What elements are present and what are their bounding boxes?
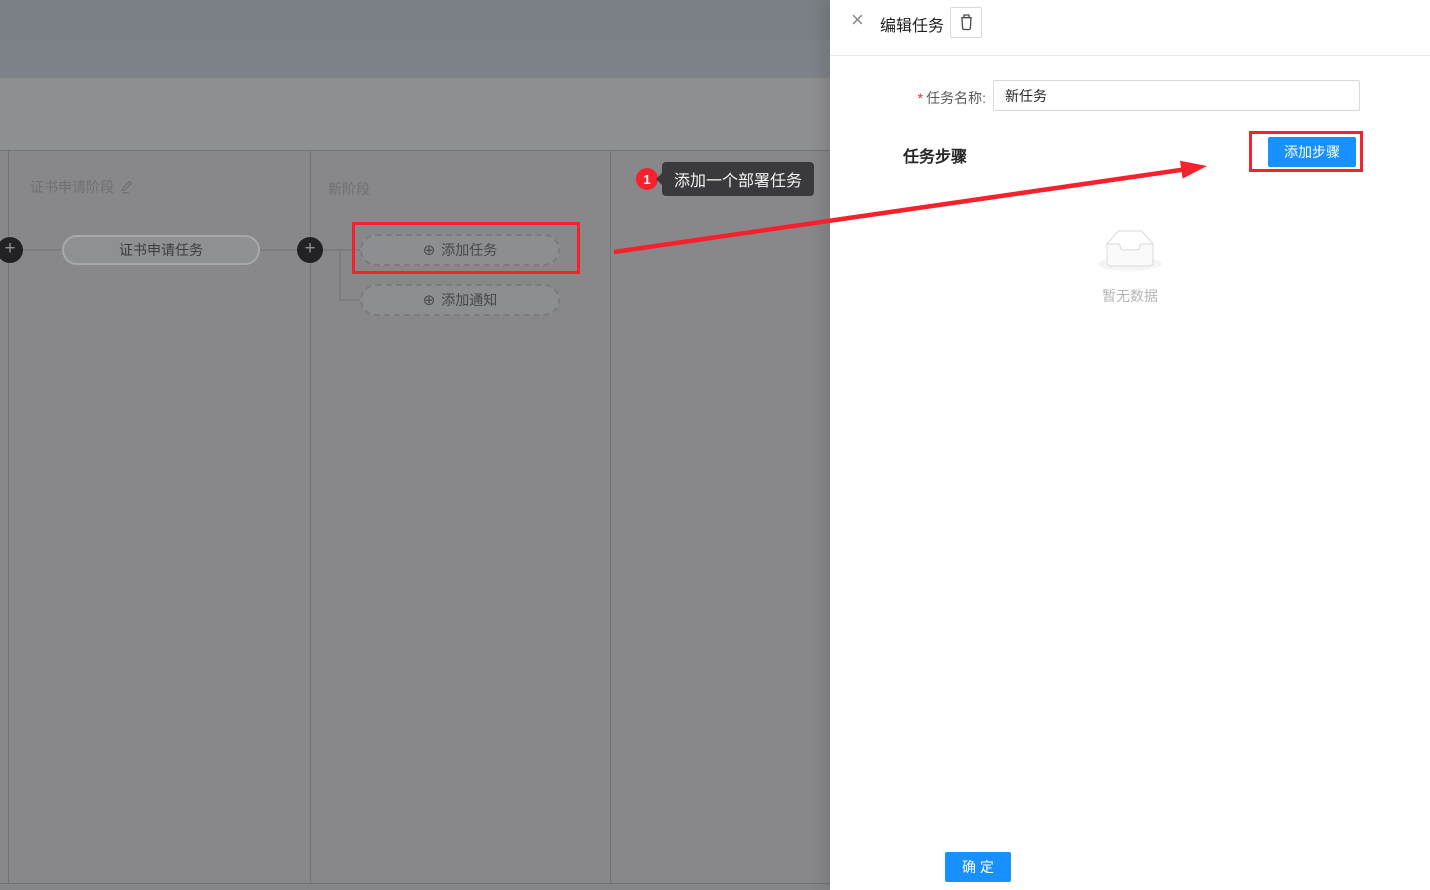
empty-state: 暂无数据 (1030, 230, 1230, 306)
plus-icon: + (4, 238, 15, 259)
close-icon[interactable]: × (851, 6, 864, 34)
task-name-label-text: 任务名称: (926, 90, 986, 106)
task-name-label: *任务名称: (890, 88, 986, 108)
stage-title-text: 新阶段 (328, 179, 370, 199)
connector-line (339, 299, 361, 301)
add-stage-node-button[interactable]: + (297, 237, 323, 263)
add-task-button[interactable]: ⊕ 添加任务 (360, 234, 560, 266)
drawer-header-divider (830, 55, 1430, 56)
annotation-step-badge: 1 (636, 168, 658, 190)
edit-icon[interactable] (120, 180, 133, 194)
confirm-button[interactable]: 确 定 (945, 852, 1011, 882)
task-node-label: 证书申请任务 (119, 240, 203, 260)
stage-column-border (610, 150, 611, 883)
plus-icon: + (304, 238, 315, 259)
empty-box-icon (1098, 230, 1162, 271)
stage-title-1: 证书申请阶段 (30, 177, 133, 197)
edit-task-drawer (830, 0, 1430, 890)
drawer-title: 编辑任务 (880, 12, 944, 36)
add-task-label: 添加任务 (441, 240, 497, 260)
stage-title-2: 新阶段 (328, 179, 370, 199)
delete-task-button[interactable] (950, 7, 982, 38)
empty-text: 暂无数据 (1030, 286, 1230, 306)
task-steps-heading: 任务步骤 (903, 143, 967, 167)
connector-bracket (339, 249, 341, 301)
annotation-tooltip: 添加一个部署任务 (662, 162, 814, 196)
add-notice-button[interactable]: ⊕ 添加通知 (360, 284, 560, 316)
plus-circle-icon: ⊕ (423, 243, 436, 258)
stage-title-text: 证书申请阶段 (30, 177, 114, 197)
trash-icon (959, 14, 974, 31)
plus-circle-icon: ⊕ (423, 293, 436, 308)
add-step-button[interactable]: 添加步骤 (1268, 137, 1356, 167)
add-notice-label: 添加通知 (441, 290, 497, 310)
task-name-input[interactable] (993, 80, 1360, 111)
task-node-certificate[interactable]: 证书申请任务 (62, 235, 260, 265)
app-canvas: 证书申请阶段 新阶段 证书申请任务 + + ⊕ 添加任务 ⊕ 添加通知 × 编辑… (0, 0, 1430, 890)
required-mark: * (918, 90, 923, 106)
